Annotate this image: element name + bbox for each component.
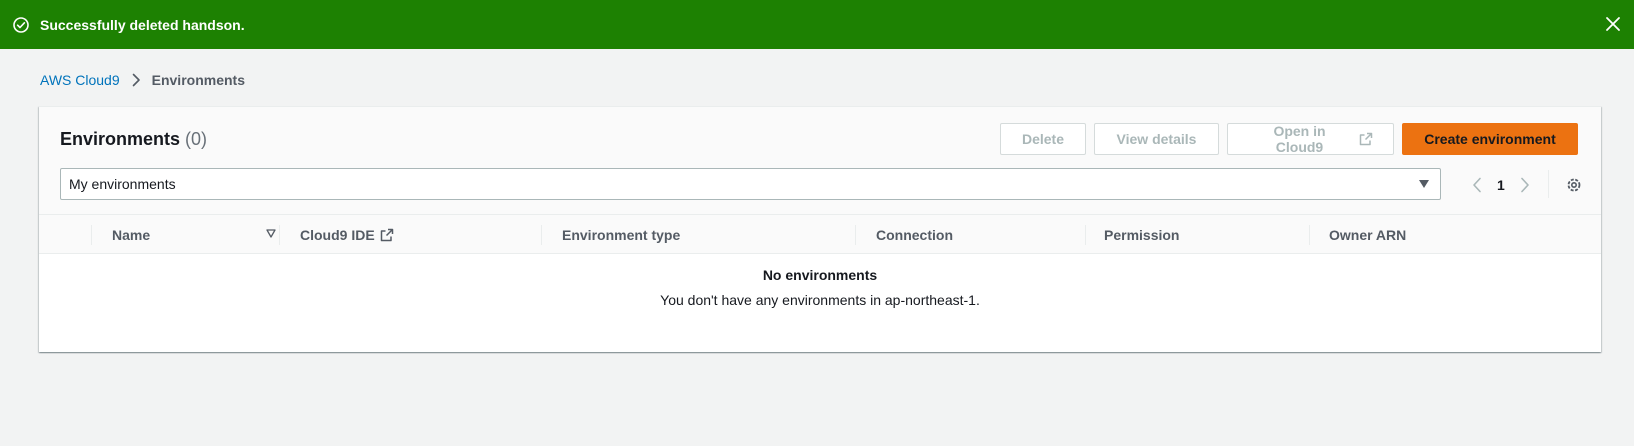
column-header-owner-arn: Owner ARN	[1329, 226, 1407, 243]
environments-panel: Environments (0) Delete View details Ope…	[39, 106, 1601, 352]
column-divider	[1309, 225, 1310, 245]
panel-title-text: Environments	[60, 129, 181, 149]
column-divider	[1085, 225, 1086, 245]
create-environment-button[interactable]: Create environment	[1402, 123, 1578, 155]
view-details-button[interactable]: View details	[1094, 123, 1219, 155]
filter-selected-value: My environments	[69, 176, 176, 192]
open-in-cloud9-label: Open in Cloud9	[1273, 123, 1326, 155]
column-divider	[279, 225, 280, 245]
panel-header: Environments (0) Delete View details Ope…	[39, 107, 1601, 215]
empty-state: No environments You don't have any envir…	[39, 267, 1601, 308]
external-link-icon	[1359, 132, 1373, 146]
delete-button[interactable]: Delete	[1000, 123, 1086, 155]
open-in-cloud9-button[interactable]: Open in Cloud9	[1227, 123, 1394, 155]
chevron-right-icon	[130, 73, 142, 87]
previous-page-icon[interactable]	[1465, 173, 1489, 197]
current-page-number[interactable]: 1	[1497, 177, 1505, 193]
next-page-icon[interactable]	[1513, 173, 1537, 197]
breadcrumb: AWS Cloud9 Environments	[40, 70, 245, 90]
column-header-environment-type: Environment type	[562, 226, 681, 243]
flash-success-banner: Successfully deleted handson.	[0, 0, 1634, 49]
breadcrumb-aws-cloud9-link[interactable]: AWS Cloud9	[40, 72, 120, 88]
table-header: Name Cloud9 IDE Environment type Connect…	[39, 215, 1601, 254]
column-divider	[91, 225, 92, 245]
column-header-connection: Connection	[876, 226, 953, 243]
column-divider	[855, 225, 856, 245]
pagination-divider	[1548, 170, 1549, 198]
column-header-cloud9-ide: Cloud9 IDE	[300, 215, 394, 254]
sort-icon[interactable]	[266, 229, 276, 238]
empty-state-message: You don't have any environments in ap-no…	[660, 292, 980, 308]
flash-message: Successfully deleted handson.	[40, 16, 245, 33]
empty-state-title: No environments	[762, 267, 878, 283]
column-divider	[541, 225, 542, 245]
column-header-name[interactable]: Name	[112, 215, 150, 254]
environment-count: (0)	[185, 129, 208, 149]
close-icon[interactable]	[1604, 15, 1622, 33]
page-title: Environments (0)	[60, 129, 207, 150]
column-header-permission: Permission	[1104, 226, 1180, 243]
column-header-cloud9-ide-label: Cloud9 IDE	[300, 226, 375, 243]
check-circle-icon	[12, 16, 30, 34]
external-link-icon	[380, 228, 394, 242]
gear-icon[interactable]	[1565, 176, 1583, 194]
environments-filter-select[interactable]: My environments	[60, 168, 1441, 200]
caret-down-icon	[1418, 179, 1430, 189]
pagination: 1	[1465, 173, 1537, 197]
breadcrumb-current: Environments	[151, 72, 245, 88]
